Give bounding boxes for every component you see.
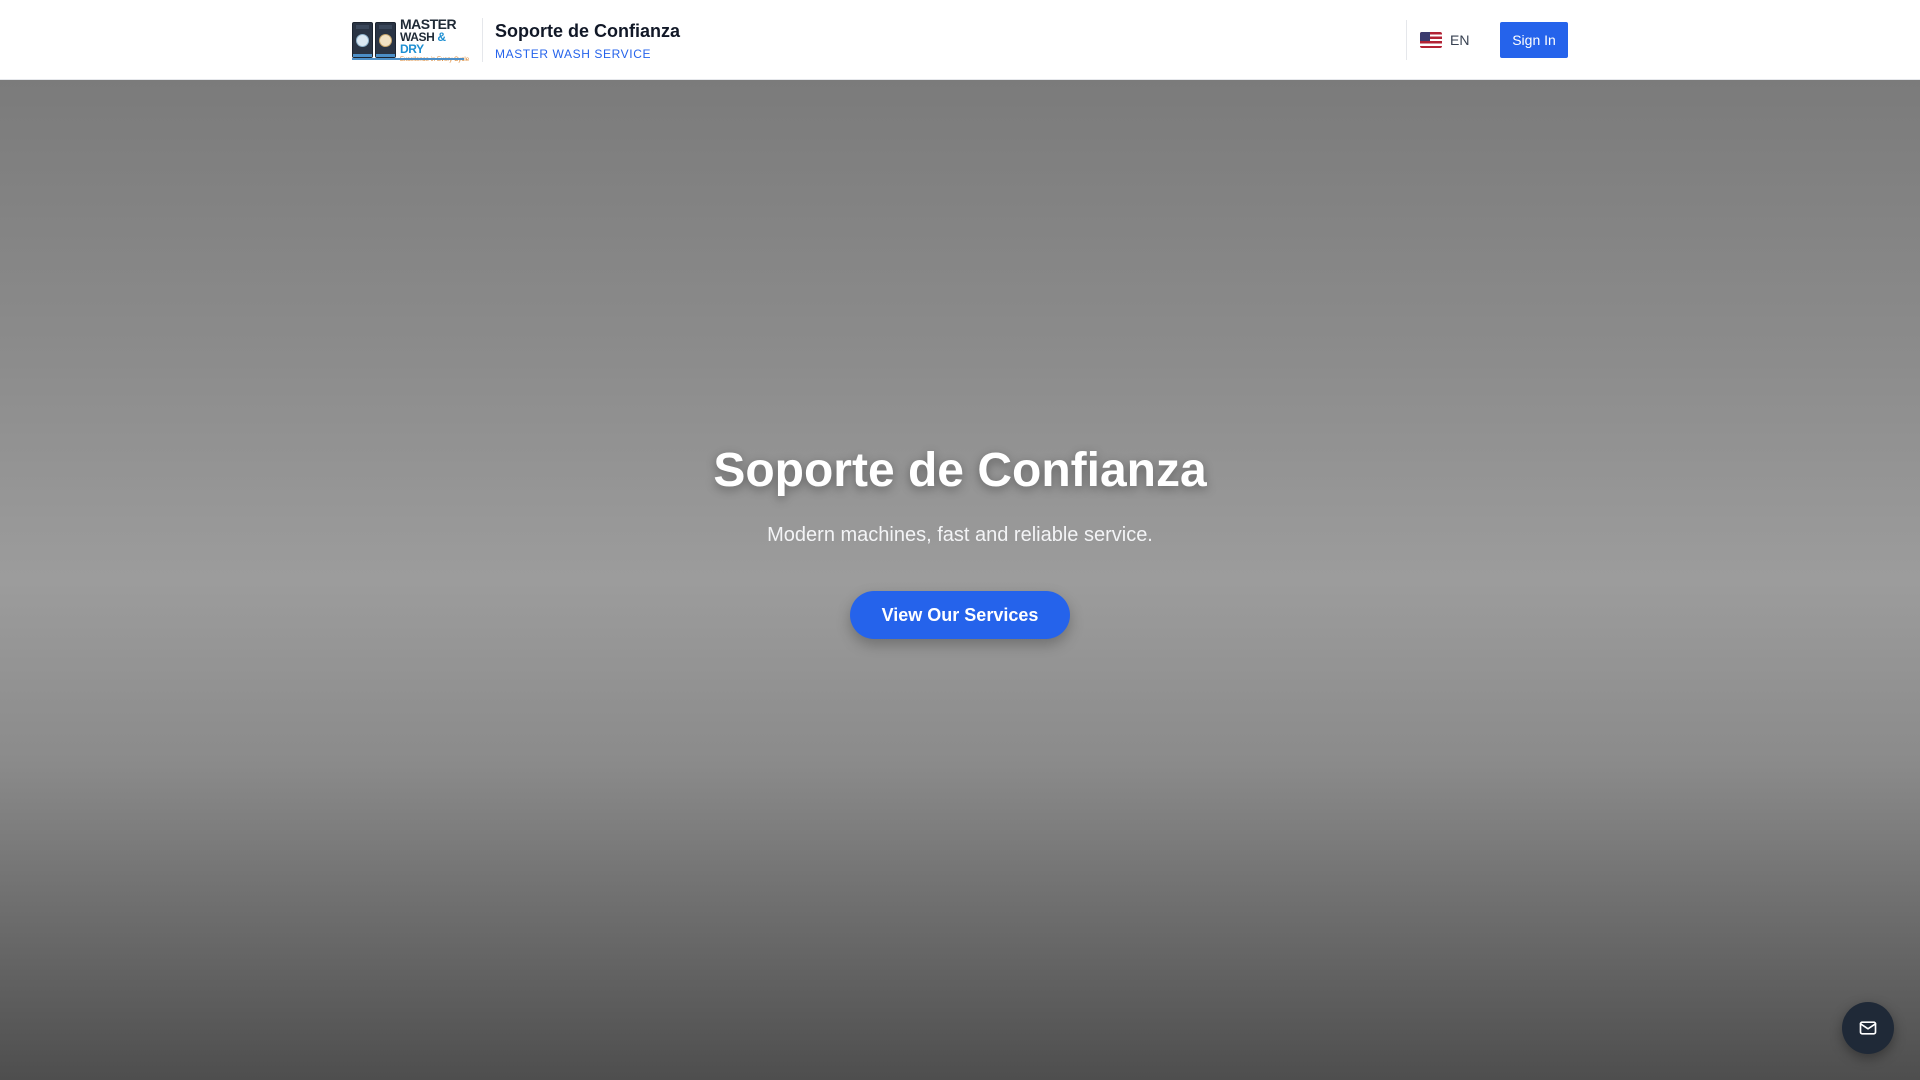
hero-title: Soporte de Confianza	[713, 444, 1207, 497]
view-services-button[interactable]: View Our Services	[850, 591, 1070, 639]
logo-line-wash-dry: WASH & DRY	[400, 31, 470, 55]
hero-subtitle: Modern machines, fast and reliable servi…	[767, 524, 1153, 546]
logo-line-master: MASTER	[400, 16, 457, 32]
site-subtitle: MASTER WASH SERVICE	[495, 47, 652, 61]
mail-icon	[1859, 1021, 1877, 1035]
header-divider-right	[1406, 20, 1407, 60]
washing-machines-icon	[352, 22, 396, 58]
dryer-icon	[375, 22, 396, 58]
sign-in-button[interactable]: Sign In	[1500, 22, 1568, 58]
language-selector[interactable]: EN	[1420, 29, 1469, 51]
site-title: Soporte de Confianza	[495, 21, 681, 41]
us-flag-icon	[1420, 32, 1442, 48]
hero-section	[0, 80, 1920, 1080]
master-wash-logo[interactable]: MASTER WASH & DRY Excellence in Every Cy…	[352, 17, 470, 63]
language-code: EN	[1450, 32, 1470, 48]
contact-mail-button[interactable]	[1842, 1002, 1894, 1054]
site-header: MASTER WASH & DRY Excellence in Every Cy…	[0, 0, 1920, 80]
washer-icon	[352, 22, 373, 58]
header-divider	[482, 18, 483, 62]
logo-underline	[352, 58, 464, 60]
logo-wordmark: MASTER WASH & DRY Excellence in Every Cy…	[400, 17, 470, 63]
